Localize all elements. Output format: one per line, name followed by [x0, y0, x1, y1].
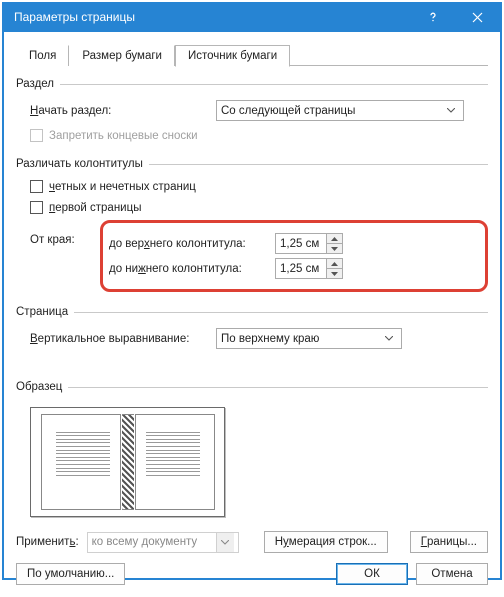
page-group-label: Страница: [16, 306, 488, 318]
apply-select[interactable]: ко всему документу: [87, 532, 239, 553]
spin-down-icon[interactable]: [327, 244, 342, 253]
help-button[interactable]: [410, 2, 455, 32]
row-suppress-endnotes: Запретить концевые сноски: [30, 129, 488, 142]
line-numbers-button[interactable]: Нумерация строк...: [264, 531, 388, 553]
highlighted-area: до верхнего колонтитула: 1,25 см до нижн…: [100, 220, 488, 292]
header-distance-input[interactable]: 1,25 см: [275, 233, 343, 254]
tab-paper-size[interactable]: Размер бумаги: [69, 45, 175, 66]
chevron-down-icon: [443, 108, 459, 113]
apply-label: Применить:: [16, 536, 79, 548]
row-diff-first: первой страницы: [30, 201, 488, 214]
section-group-label: Раздел: [16, 78, 488, 90]
close-button[interactable]: [455, 2, 500, 32]
suppress-endnotes-label: Запретить концевые сноски: [49, 130, 198, 142]
tab-strip: Поля Размер бумаги Источник бумаги: [16, 42, 488, 66]
preview-page-right: [135, 414, 215, 510]
dialog-footer: По умолчанию... ОК Отмена: [16, 555, 488, 585]
from-edge-label: От края:: [30, 218, 100, 246]
preview-image: [30, 407, 225, 517]
section-start-select[interactable]: Со следующей страницы: [216, 100, 464, 121]
footer-distance-label: до нижнего колонтитула:: [103, 263, 275, 275]
row-valign: Вертикальное выравнивание: По верхнему к…: [30, 328, 488, 349]
suppress-endnotes-checkbox: [30, 129, 43, 142]
chevron-down-icon: [216, 533, 234, 552]
first-page-label: первой страницы: [49, 202, 141, 214]
odd-even-label: четных и нечетных страниц: [49, 181, 196, 193]
first-page-checkbox[interactable]: [30, 201, 43, 214]
preview-binding: [122, 414, 134, 510]
chevron-down-icon: [381, 336, 397, 341]
section-start-label: Начать раздел:: [30, 105, 216, 117]
headers-footers-group-label: Различать колонтитулы: [16, 158, 488, 170]
row-diff-odd-even: четных и нечетных страниц: [30, 180, 488, 193]
odd-even-checkbox[interactable]: [30, 180, 43, 193]
spin-up-icon[interactable]: [327, 259, 342, 269]
preview-group-label: Образец: [16, 381, 488, 393]
valign-label: Вертикальное выравнивание:: [30, 333, 216, 345]
footer-distance-input[interactable]: 1,25 см: [275, 258, 343, 279]
title-bar: Параметры страницы: [4, 2, 500, 32]
row-apply: Применить: ко всему документу Нумерация …: [16, 531, 488, 553]
header-distance-label: до верхнего колонтитула:: [103, 238, 275, 250]
dialog-page-setup: Параметры страницы Поля Размер бумаги Ис…: [2, 2, 502, 580]
tab-paper-source[interactable]: Источник бумаги: [175, 45, 290, 67]
dialog-content: Поля Размер бумаги Источник бумаги Разде…: [4, 32, 500, 597]
valign-select[interactable]: По верхнему краю: [216, 328, 402, 349]
tab-fields[interactable]: Поля: [16, 45, 69, 66]
window-title: Параметры страницы: [14, 10, 410, 24]
spin-up-icon[interactable]: [327, 234, 342, 244]
spin-down-icon[interactable]: [327, 269, 342, 278]
borders-button[interactable]: Границы...: [410, 531, 488, 553]
row-section-start: Начать раздел: Со следующей страницы: [30, 100, 488, 121]
preview-page-left: [41, 414, 121, 510]
